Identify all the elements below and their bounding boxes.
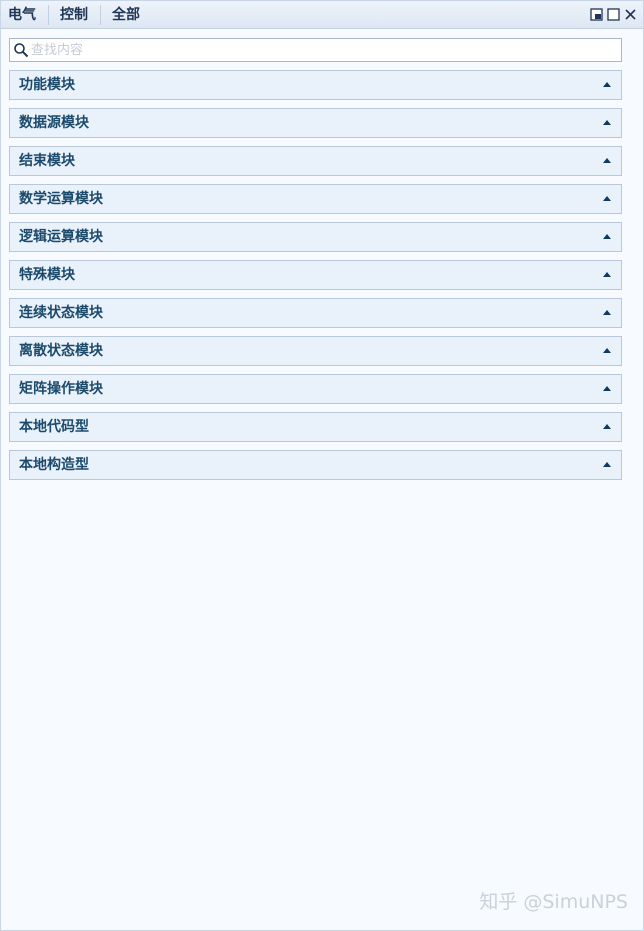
collapse-arrow-icon[interactable]	[603, 348, 611, 353]
category-local-code[interactable]: 本地代码型	[9, 412, 622, 442]
library-panel: 电气 控制 全部 查找内容 功能模块 数据源模块 结束模块 数学运算模块 逻辑运…	[0, 0, 644, 931]
category-logic-blocks[interactable]: 逻辑运算模块	[9, 222, 622, 252]
category-label: 数据源模块	[19, 115, 89, 131]
close-button[interactable]	[623, 7, 637, 21]
search-input[interactable]	[31, 40, 616, 60]
category-function-blocks[interactable]: 功能模块	[9, 70, 622, 100]
category-label: 功能模块	[19, 77, 75, 93]
collapse-arrow-icon[interactable]	[603, 158, 611, 163]
maximize-button[interactable]	[606, 7, 620, 21]
category-special-blocks[interactable]: 特殊模块	[9, 260, 622, 290]
tab-all[interactable]: 全部	[101, 5, 152, 25]
collapse-arrow-icon[interactable]	[603, 272, 611, 277]
collapse-arrow-icon[interactable]	[603, 386, 611, 391]
category-local-construct[interactable]: 本地构造型	[9, 450, 622, 480]
category-label: 结束模块	[19, 153, 75, 169]
collapse-arrow-icon[interactable]	[603, 424, 611, 429]
collapse-arrow-icon[interactable]	[603, 120, 611, 125]
category-label: 矩阵操作模块	[19, 381, 103, 397]
close-icon	[624, 8, 636, 20]
restore-icon	[589, 7, 603, 21]
category-math-blocks[interactable]: 数学运算模块	[9, 184, 622, 214]
collapse-arrow-icon[interactable]	[603, 82, 611, 87]
tab-control[interactable]: 控制	[49, 5, 101, 25]
category-label: 本地构造型	[19, 457, 89, 473]
tab-electrical[interactable]: 电气	[1, 5, 49, 25]
collapse-arrow-icon[interactable]	[603, 196, 611, 201]
category-end-blocks[interactable]: 结束模块	[9, 146, 622, 176]
panel-header: 电气 控制 全部	[1, 1, 643, 29]
category-label: 数学运算模块	[19, 191, 103, 207]
restore-button[interactable]	[589, 7, 603, 21]
category-label: 本地代码型	[19, 419, 89, 435]
tab-bar: 电气 控制 全部	[1, 1, 152, 29]
search-box	[9, 38, 622, 62]
category-continuous-blocks[interactable]: 连续状态模块	[9, 298, 622, 328]
category-label: 特殊模块	[19, 267, 75, 283]
search-icon	[14, 43, 29, 58]
category-label: 逻辑运算模块	[19, 229, 103, 245]
category-discrete-blocks[interactable]: 离散状态模块	[9, 336, 622, 366]
category-label: 离散状态模块	[19, 343, 103, 359]
category-data-source-blocks[interactable]: 数据源模块	[9, 108, 622, 138]
collapse-arrow-icon[interactable]	[603, 462, 611, 467]
window-controls	[589, 7, 637, 21]
maximize-icon	[606, 7, 620, 21]
category-matrix-blocks[interactable]: 矩阵操作模块	[9, 374, 622, 404]
category-label: 连续状态模块	[19, 305, 103, 321]
collapse-arrow-icon[interactable]	[603, 234, 611, 239]
watermark: 知乎 @SimuNPS	[479, 891, 628, 913]
category-list: 功能模块 数据源模块 结束模块 数学运算模块 逻辑运算模块 特殊模块 连续状态模…	[9, 70, 622, 488]
collapse-arrow-icon[interactable]	[603, 310, 611, 315]
